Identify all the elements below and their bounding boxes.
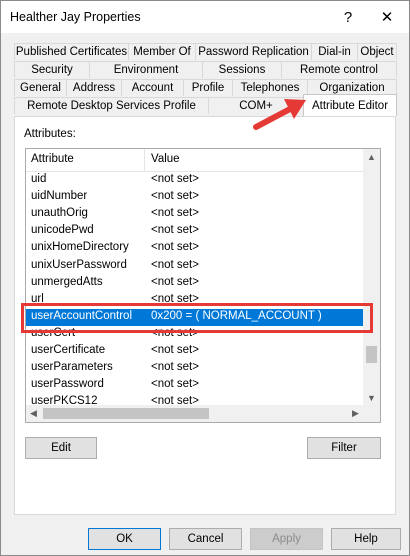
column-header-attribute[interactable]: Attribute — [31, 153, 74, 165]
tab-profile[interactable]: Profile — [183, 79, 233, 96]
tab-general[interactable]: General — [14, 79, 67, 96]
attribute-name: uid — [31, 173, 47, 185]
tab-member-of[interactable]: Member Of — [128, 43, 196, 60]
horizontal-scrollbar[interactable]: ◀ ▶ — [26, 405, 364, 422]
list-row[interactable]: userPassword <not set> — [26, 377, 364, 394]
attributes-label: Attributes: — [24, 128, 76, 140]
ok-button[interactable]: OK — [88, 528, 161, 550]
list-row[interactable]: unixHomeDirectory <not set> — [26, 240, 364, 257]
apply-button[interactable]: Apply — [250, 528, 323, 550]
list-row[interactable]: uid <not set> — [26, 172, 364, 189]
attribute-value: <not set> — [151, 258, 199, 271]
vertical-scrollbar[interactable]: ▲ ▼ — [363, 149, 380, 406]
attribute-value: <not set> — [151, 344, 199, 356]
list-row[interactable]: unixUserPassword <not set> — [26, 258, 364, 275]
close-button[interactable]: ✕ — [373, 5, 401, 29]
attribute-value: <not set> — [151, 241, 199, 254]
horizontal-scroll-thumb[interactable] — [43, 408, 209, 419]
attribute-name: unixHomeDirectory — [31, 241, 129, 254]
edit-button[interactable]: Edit — [25, 437, 97, 459]
tab-attribute-editor[interactable]: Attribute Editor — [303, 94, 397, 116]
vertical-scroll-thumb[interactable] — [366, 346, 377, 363]
help-button[interactable]: Help — [331, 528, 401, 550]
attribute-name: unicodePwd — [31, 224, 94, 237]
attribute-name: unixUserPassword — [31, 258, 127, 271]
tab-sessions[interactable]: Sessions — [202, 61, 282, 78]
list-row[interactable]: unmergedAtts <not set> — [26, 275, 364, 292]
tab-remote-desktop-services-profile[interactable]: Remote Desktop Services Profile — [14, 97, 209, 114]
filter-button[interactable]: Filter — [307, 437, 381, 459]
tab-address[interactable]: Address — [66, 79, 122, 96]
attribute-name: uidNumber — [31, 190, 88, 203]
attribute-name: userPassword — [31, 378, 104, 391]
attributes-list[interactable]: Attribute Value uid <not set> uidNumber <no… — [25, 148, 381, 423]
window-title: Healther Jay Properties — [10, 10, 141, 24]
annotation-highlight-box — [21, 303, 373, 333]
tab-environment[interactable]: Environment — [89, 61, 203, 78]
attribute-value: <not set> — [151, 275, 199, 288]
list-row[interactable]: userCertificate <not set> — [26, 343, 364, 360]
tab-account[interactable]: Account — [121, 79, 184, 96]
list-row[interactable]: unicodePwd <not set> — [26, 223, 364, 240]
tab-object[interactable]: Object — [357, 43, 397, 60]
column-separator[interactable] — [144, 149, 145, 171]
attribute-value: <not set> — [151, 190, 199, 203]
attribute-name: userCertificate — [31, 344, 106, 356]
scrollbar-corner — [363, 405, 380, 422]
tab-dial-in[interactable]: Dial-in — [311, 43, 358, 60]
scroll-left-arrow-icon[interactable]: ◀ — [30, 409, 37, 418]
tab-telephones[interactable]: Telephones — [232, 79, 308, 96]
list-header: Attribute Value — [26, 149, 364, 172]
scroll-up-arrow-icon[interactable]: ▲ — [367, 153, 376, 162]
tab-security[interactable]: Security — [14, 61, 90, 78]
attribute-value: <not set> — [151, 207, 199, 220]
properties-dialog: Healther Jay Properties ? ✕ Published Ce… — [0, 0, 410, 556]
attribute-name: userParameters — [31, 361, 113, 374]
annotation-arrow-icon — [253, 99, 306, 130]
attribute-name: unmergedAtts — [31, 275, 103, 288]
attribute-value: <not set> — [151, 378, 199, 391]
attribute-name: unauthOrig — [31, 207, 88, 220]
list-row[interactable]: userParameters <not set> — [26, 360, 364, 377]
scroll-down-arrow-icon[interactable]: ▼ — [367, 394, 376, 403]
attribute-value: <not set> — [151, 361, 199, 374]
attribute-value: <not set> — [151, 173, 199, 185]
tab-password-replication[interactable]: Password Replication — [195, 43, 312, 60]
list-row[interactable]: uidNumber <not set> — [26, 189, 364, 206]
tab-remote-control[interactable]: Remote control — [281, 61, 397, 78]
tab-published-certificates[interactable]: Published Certificates — [14, 43, 129, 60]
scroll-right-arrow-icon[interactable]: ▶ — [352, 409, 359, 418]
column-header-value[interactable]: Value — [151, 153, 180, 165]
title-bar: Healther Jay Properties ? ✕ — [1, 1, 409, 33]
list-row[interactable]: unauthOrig <not set> — [26, 206, 364, 223]
attribute-value: <not set> — [151, 224, 199, 237]
help-title-button[interactable]: ? — [334, 5, 362, 29]
cancel-button[interactable]: Cancel — [169, 528, 242, 550]
